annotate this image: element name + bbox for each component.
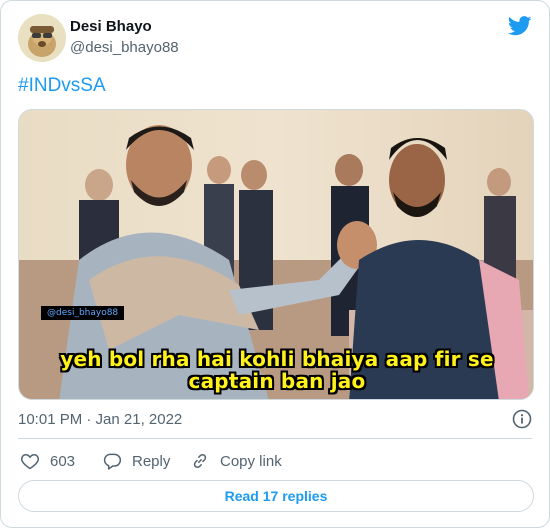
reply-button[interactable]: Reply: [102, 450, 170, 472]
meme-caption-line-1: yeh bol rha hai kohli bhaiya aap fir se: [60, 347, 494, 371]
divider: [18, 438, 532, 439]
avatar[interactable]: [18, 14, 66, 62]
twitter-bird-icon[interactable]: [508, 16, 532, 36]
media-watermark: @desi_bhayo88: [41, 306, 125, 320]
author-name[interactable]: Desi Bhayo: [70, 18, 152, 35]
like-button[interactable]: 603: [20, 450, 75, 472]
meme-caption-line-2: captain ban jao: [188, 369, 366, 393]
avatar-image: [18, 14, 66, 62]
hashtag-link[interactable]: #INDvsSA: [18, 75, 106, 97]
tweet-media[interactable]: @desi_bhayo88 yeh bol rha hai kohli bhai…: [18, 109, 534, 400]
link-icon: [193, 453, 207, 469]
copy-link-label: Copy link: [220, 452, 282, 470]
copy-link-button[interactable]: Copy link: [190, 450, 282, 472]
read-replies-button[interactable]: Read 17 replies: [18, 480, 534, 512]
tweet-card: Desi Bhayo @desi_bhayo88 #INDvsSA @desi_…: [0, 0, 550, 528]
reply-bubble-icon: [103, 453, 122, 470]
info-icon[interactable]: [512, 409, 532, 429]
tweet-timestamp[interactable]: 10:01 PM · Jan 21, 2022: [18, 411, 182, 428]
like-count: 603: [50, 452, 76, 470]
reply-label: Reply: [132, 452, 171, 470]
heart-icon: [21, 453, 39, 470]
author-handle[interactable]: @desi_bhayo88: [70, 39, 179, 56]
